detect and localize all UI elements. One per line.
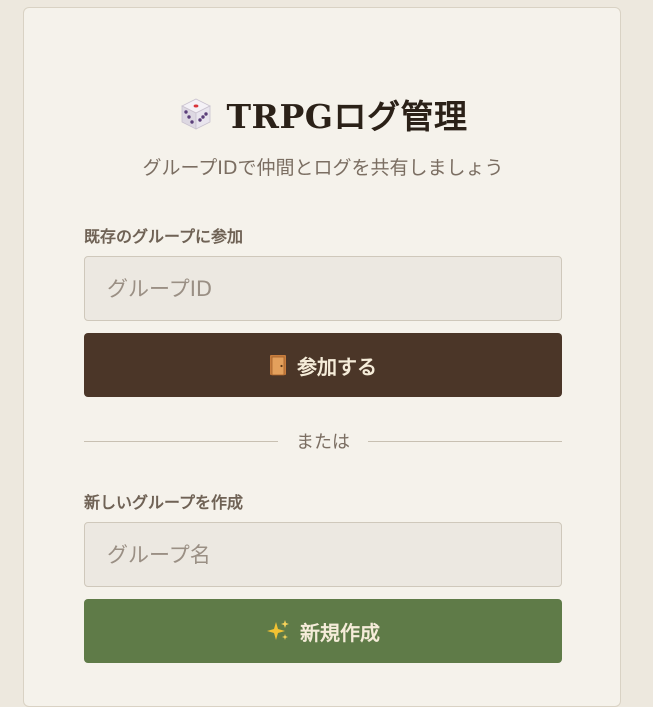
sparkle-icon (267, 620, 289, 640)
divider-line-right (368, 440, 562, 442)
login-card: TRPGログ管理 グループIDで仲間とログを共有しましょう 既存のグループに参加… (23, 7, 621, 707)
group-id-field[interactable] (84, 256, 562, 321)
door-icon (270, 355, 286, 376)
create-section-label: 新しいグループを作成 (84, 493, 244, 512)
join-button[interactable]: 参加する (84, 333, 562, 397)
divider-line-left (84, 440, 278, 442)
group-name-field[interactable] (84, 522, 562, 587)
app-subtitle: グループIDで仲間とログを共有しましょう (142, 157, 504, 179)
create-button[interactable]: 新規作成 (84, 599, 562, 663)
divider-text: または (296, 432, 350, 453)
group-name-input[interactable] (107, 542, 561, 567)
group-id-input[interactable] (107, 276, 561, 301)
app-header: TRPGログ管理 (24, 92, 622, 136)
join-button-label: 参加する (297, 354, 377, 379)
or-divider: または (84, 429, 562, 453)
join-section-label: 既存のグループに参加 (84, 227, 244, 246)
create-button-label: 新規作成 (300, 620, 380, 645)
app-title: TRPGログ管理 (226, 97, 468, 136)
dice-icon (180, 98, 211, 130)
